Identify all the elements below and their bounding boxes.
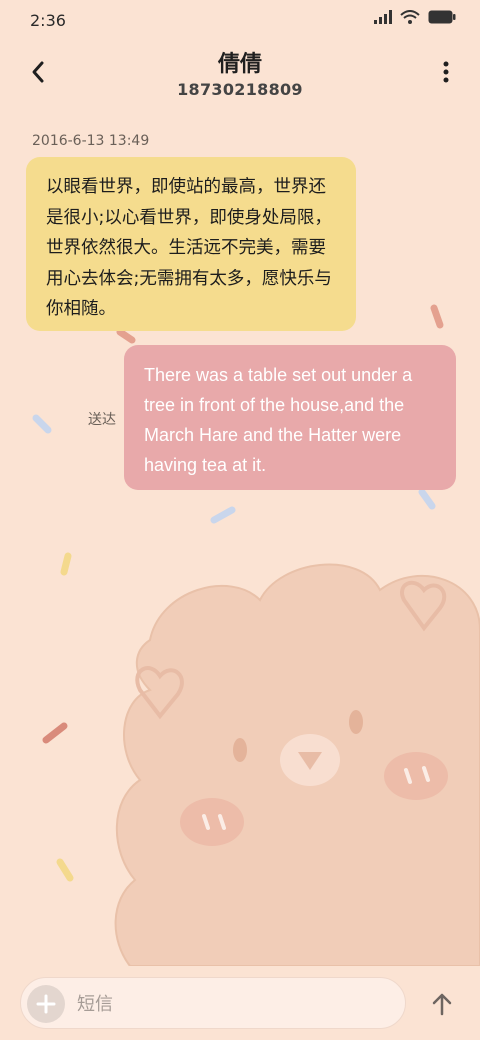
message-input-container <box>20 977 406 1029</box>
incoming-message-bubble[interactable]: 以眼看世界，即使站的最高，世界还是很小;以心看世界，即使身处局限，世界依然很大。… <box>26 157 356 331</box>
message-timestamp: 2016-6-13 13:49 <box>32 133 150 149</box>
arrow-up-icon <box>432 993 452 1016</box>
outgoing-message-bubble[interactable]: There was a table set out under a tree i… <box>124 345 456 490</box>
send-button[interactable] <box>426 988 458 1020</box>
contact-number: 18730218809 <box>177 80 303 99</box>
status-time: 2:36 <box>30 11 66 30</box>
sms-input[interactable] <box>77 990 377 1018</box>
add-attachment-button[interactable] <box>27 985 65 1023</box>
contact-title: 倩倩 18730218809 <box>0 46 480 99</box>
plus-icon <box>36 994 56 1014</box>
delivery-status: 送达 <box>88 412 116 428</box>
wallpaper-illustration <box>32 304 480 967</box>
battery-icon <box>428 10 456 24</box>
status-bar: 2:36 <box>0 0 480 40</box>
more-options-button[interactable] <box>434 54 458 90</box>
contact-name: 倩倩 <box>217 52 262 77</box>
composer-bar <box>0 966 480 1040</box>
more-vertical-icon <box>443 61 449 83</box>
conversation-header: 倩倩 18730218809 <box>0 40 480 110</box>
status-icons <box>374 10 456 24</box>
cellular-signal-icon <box>374 10 392 24</box>
wifi-icon <box>400 10 420 24</box>
